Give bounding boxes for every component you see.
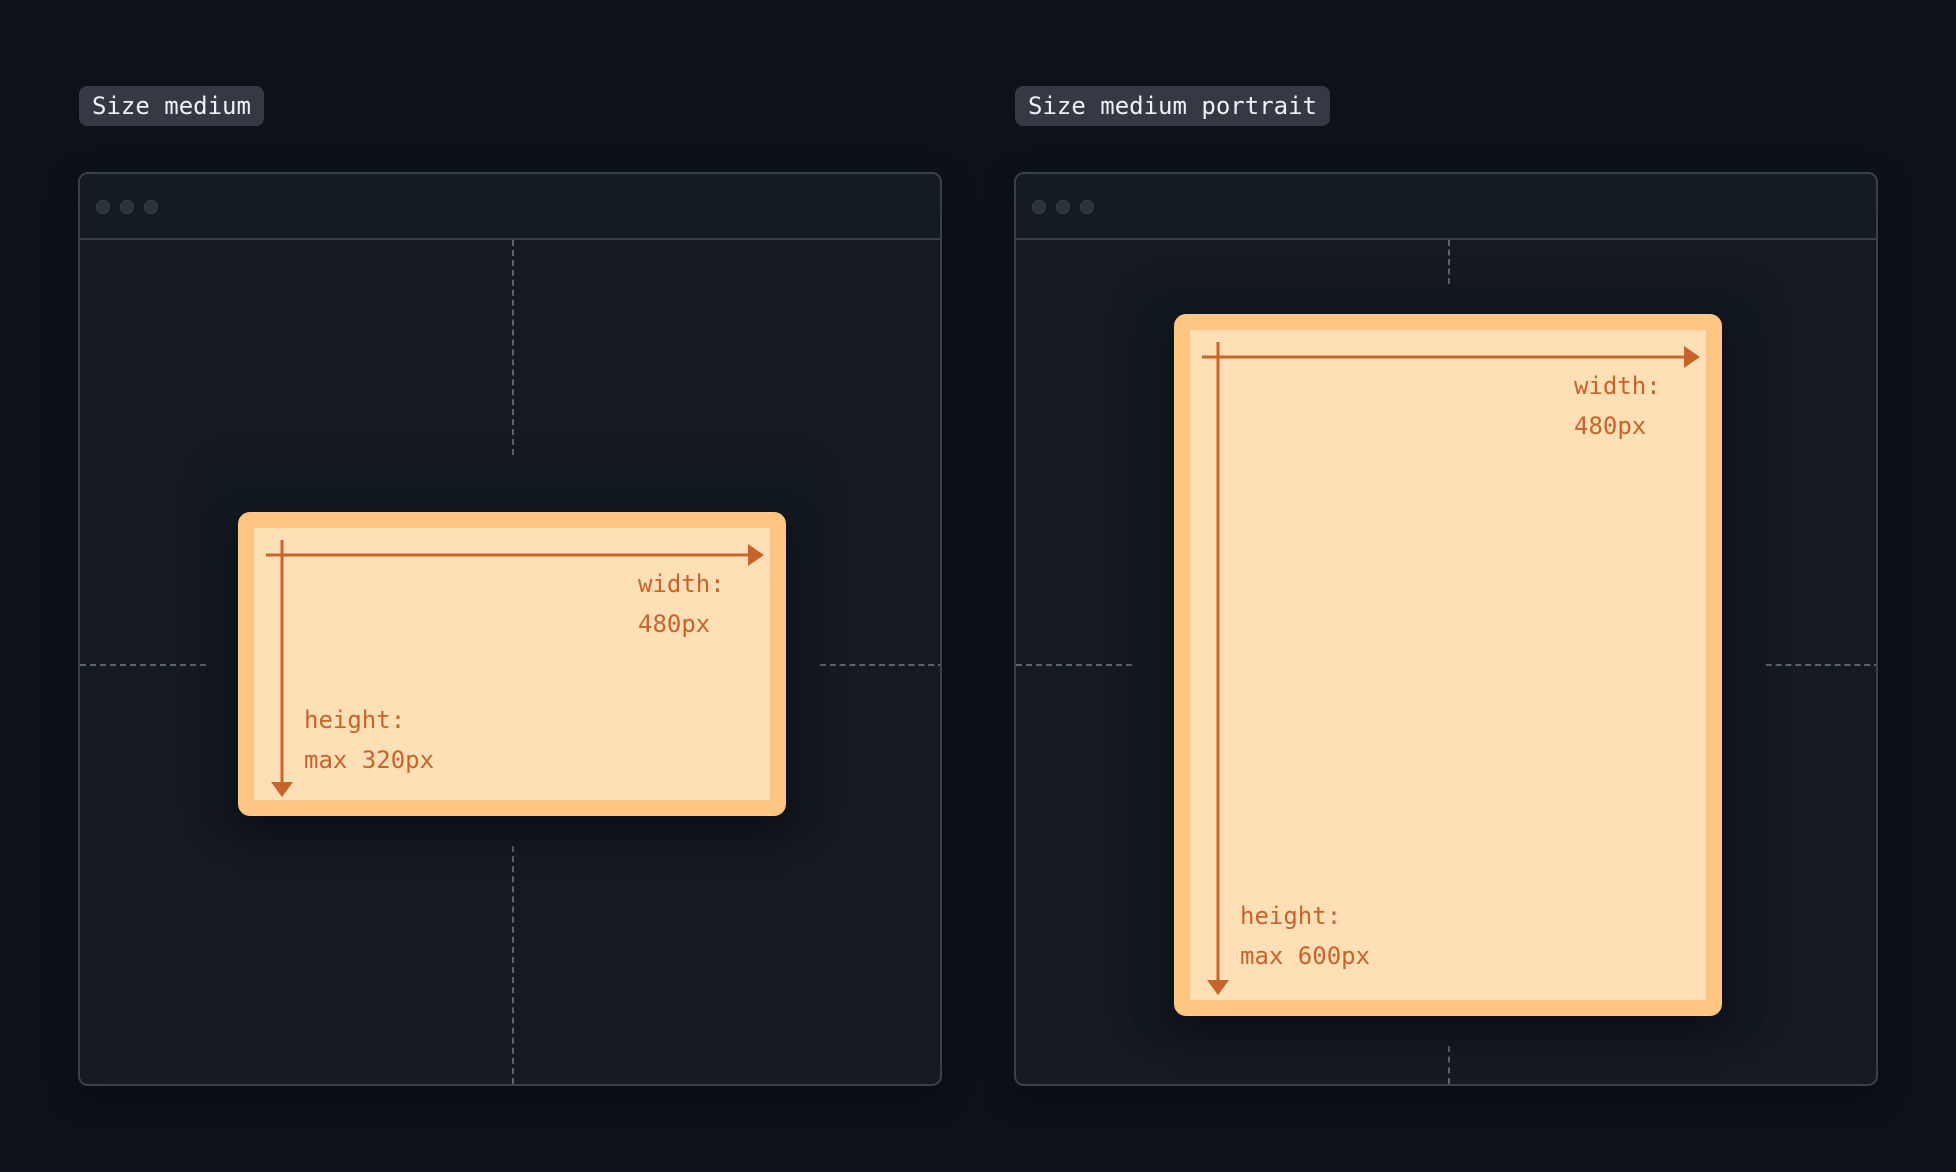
window-control-dot-icon: [120, 200, 134, 214]
panel-label-size-medium-portrait: Size medium portrait: [1015, 86, 1330, 126]
center-guide-horizontal-right: [1756, 664, 1876, 666]
window-size-medium-portrait: width: 480px height: max 600px: [1014, 172, 1878, 1086]
center-guide-vertical-bottom: [512, 846, 514, 1084]
center-guide-horizontal-right: [820, 664, 940, 666]
width-label: width:: [1574, 372, 1661, 400]
height-value: max 600px: [1240, 942, 1371, 970]
width-value: 480px: [1574, 412, 1647, 440]
center-guide-vertical-top: [1448, 240, 1450, 284]
height-value: max 320px: [304, 746, 435, 774]
dialog-sheet-medium: width: 480px height: max 320px: [238, 512, 786, 816]
height-label: height:: [304, 706, 406, 734]
width-label: width:: [638, 570, 725, 598]
window-control-dot-icon: [1032, 200, 1046, 214]
height-arrow-head-icon: [1207, 980, 1229, 995]
center-guide-vertical-bottom: [1448, 1046, 1450, 1084]
window-titlebar: [1016, 174, 1876, 240]
window-control-dot-icon: [96, 200, 110, 214]
window-titlebar: [80, 174, 940, 240]
dialog-sheet-inner: width: 480px height: max 320px: [254, 528, 770, 800]
panel-label-size-medium: Size medium: [79, 86, 264, 126]
window-size-medium: width: 480px height: max 320px: [78, 172, 942, 1086]
window-control-dot-icon: [1080, 200, 1094, 214]
width-value: 480px: [638, 610, 711, 638]
dialog-sheet-inner: width: 480px height: max 600px: [1190, 330, 1706, 1000]
width-arrow-head-icon: [748, 544, 764, 566]
window-control-dot-icon: [1056, 200, 1070, 214]
height-arrow-head-icon: [271, 782, 293, 797]
dialog-sheet-medium-portrait: width: 480px height: max 600px: [1174, 314, 1722, 1016]
width-arrow-head-icon: [1684, 346, 1700, 368]
window-control-dot-icon: [144, 200, 158, 214]
height-label: height:: [1240, 902, 1342, 930]
center-guide-horizontal-left: [1016, 664, 1142, 666]
center-guide-horizontal-left: [80, 664, 206, 666]
